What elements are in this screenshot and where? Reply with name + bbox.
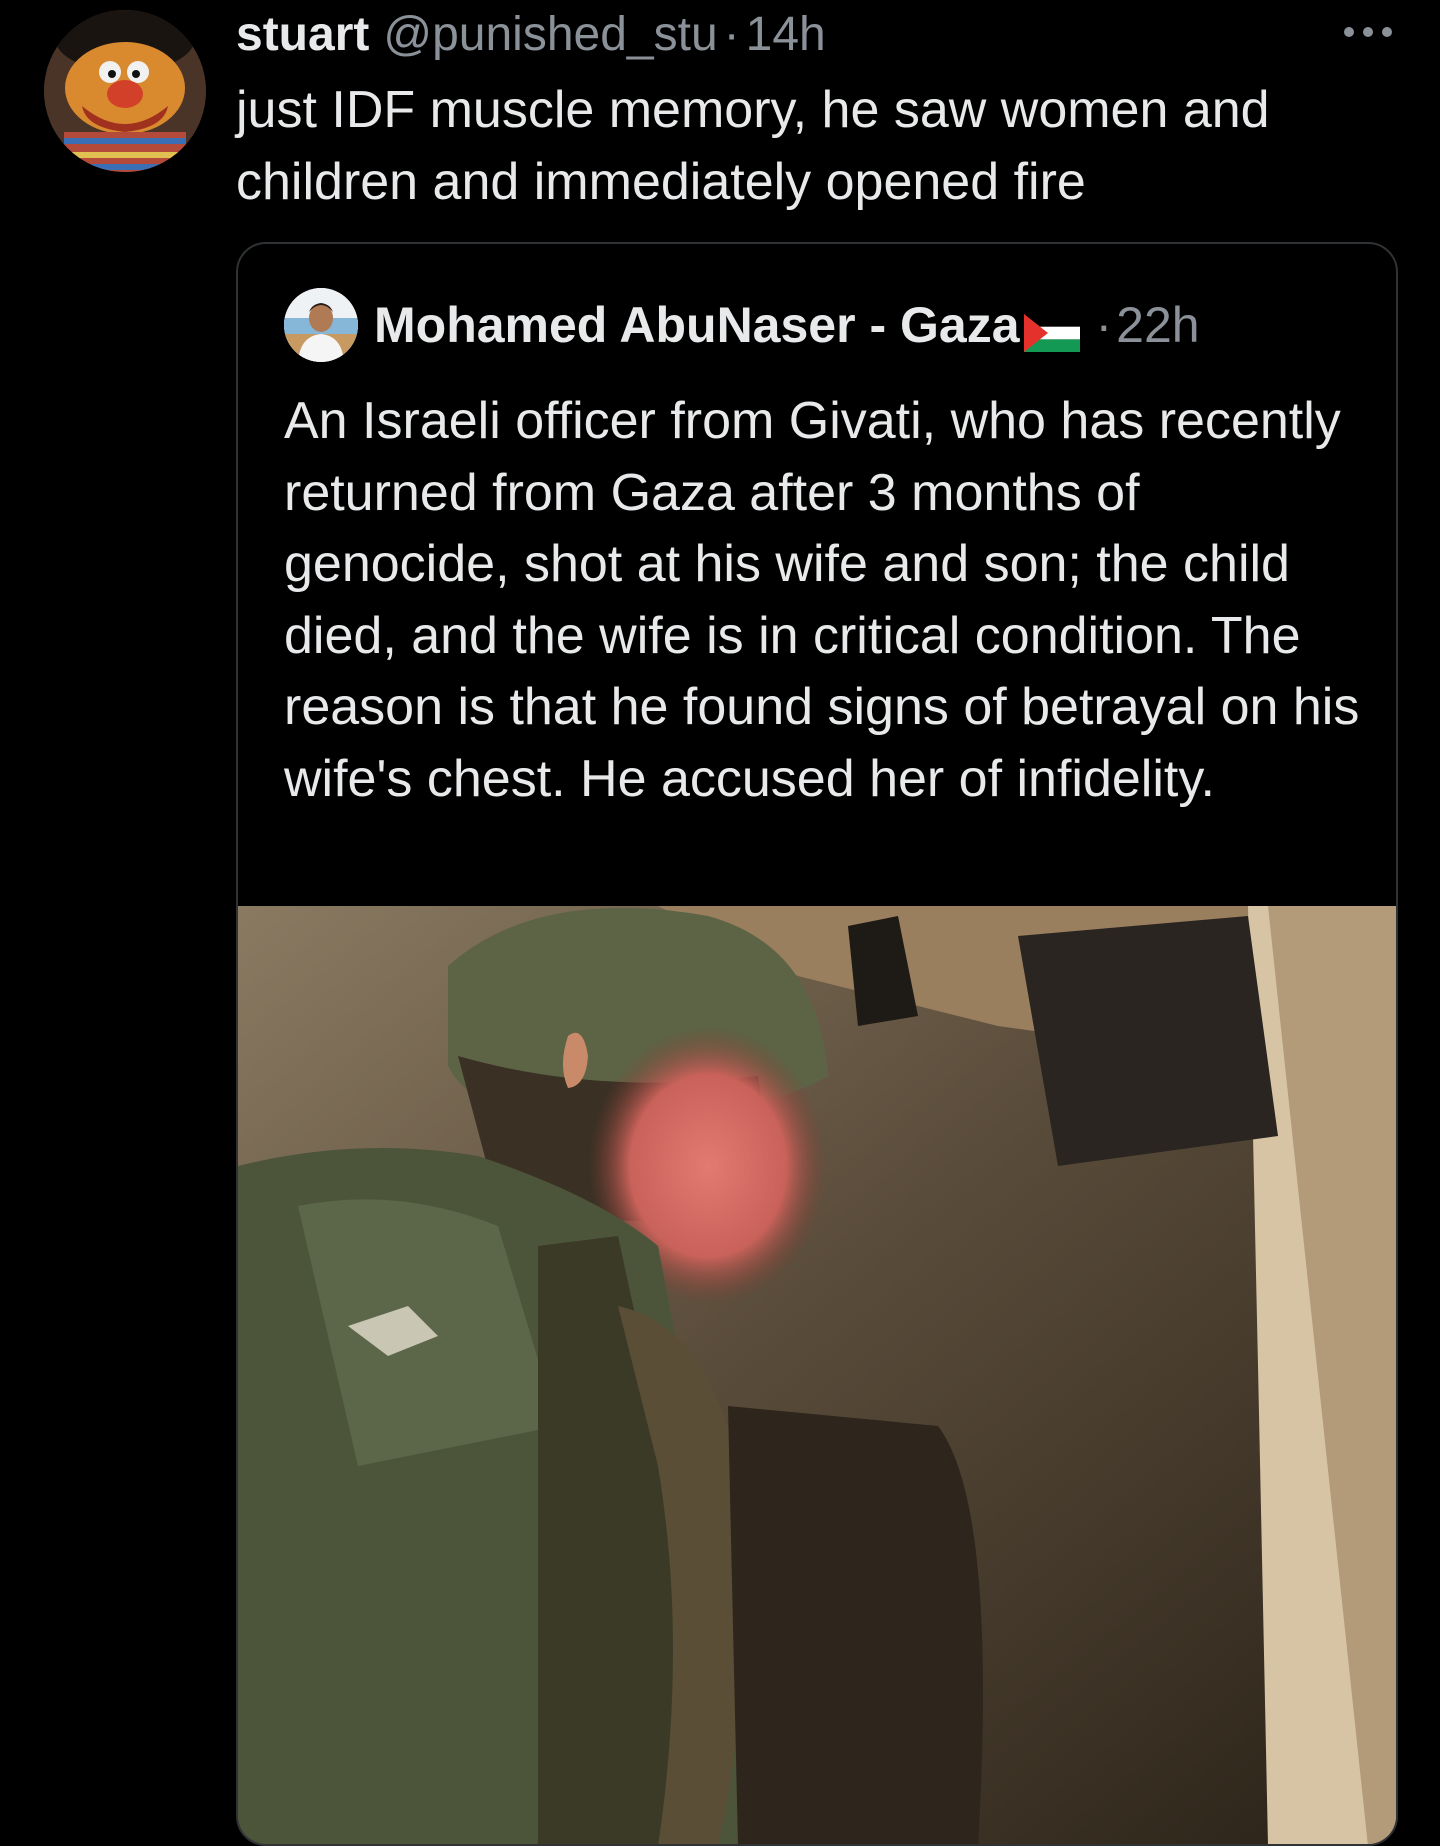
- separator-dot: ·: [723, 8, 740, 61]
- tweet-text: just IDF muscle memory, he saw women and…: [236, 81, 1270, 211]
- display-name[interactable]: stuart: [236, 4, 369, 66]
- quoted-media-image[interactable]: [238, 906, 1396, 1844]
- tweet-header: stuart @punished_stu · 14h: [236, 4, 826, 66]
- quoted-tweet[interactable]: Mohamed AbuNaser - Gaza · 22h An Israeli…: [236, 242, 1398, 1846]
- more-dot: [1344, 27, 1354, 37]
- more-dot: [1363, 27, 1373, 37]
- palestine-flag-icon: [1023, 306, 1080, 352]
- tweet: stuart @punished_stu · 14h just IDF musc…: [0, 0, 1440, 1846]
- avatar-image: [44, 10, 206, 172]
- avatar[interactable]: [44, 10, 206, 172]
- quoted-display-name[interactable]: Mohamed AbuNaser - Gaza: [374, 296, 1020, 354]
- soldier-photo: [238, 906, 1396, 1844]
- quoted-tweet-header: Mohamed AbuNaser - Gaza · 22h: [284, 288, 1200, 362]
- timestamp[interactable]: 14h: [746, 4, 826, 66]
- quoted-avatar-image: [284, 288, 358, 362]
- handle[interactable]: @punished_stu: [383, 4, 717, 66]
- more-horizontal-icon[interactable]: [1344, 22, 1392, 42]
- quoted-avatar[interactable]: [284, 288, 358, 362]
- quoted-tweet-text: An Israeli officer from Givati, who has …: [284, 392, 1360, 808]
- quoted-timestamp[interactable]: 22h: [1116, 296, 1199, 354]
- quoted-separator-dot: ·: [1095, 297, 1113, 353]
- more-dot: [1382, 27, 1392, 37]
